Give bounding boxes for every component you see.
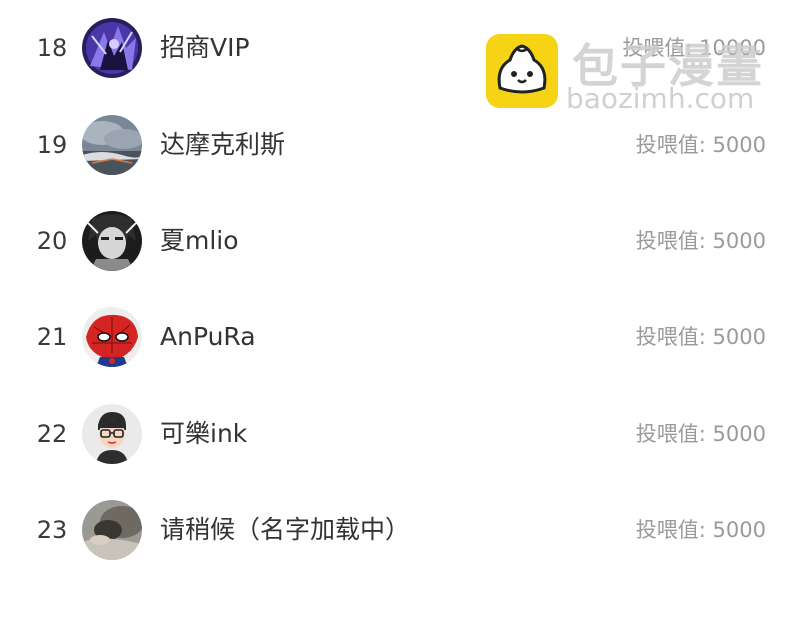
rank-number: 23 xyxy=(36,516,68,544)
rank-number: 22 xyxy=(36,420,68,448)
user-name: 达摩克利斯 xyxy=(160,130,286,159)
feed-value: 投喂值: 10000 xyxy=(622,36,766,60)
ranking-row[interactable]: 21 AnPuRa 投喂值: 5000 xyxy=(0,289,800,385)
rank-number: 18 xyxy=(36,34,68,62)
ranking-list: 18 招商VIP 投喂值: 10000 19 达摩克利斯 投喂值: 5000 2… xyxy=(0,0,800,617)
purple-knight-avatar-icon[interactable] xyxy=(82,18,142,78)
user-name: 夏mlio xyxy=(160,226,239,255)
user-name: AnPuRa xyxy=(160,322,256,351)
monochrome-character-avatar-icon[interactable] xyxy=(82,211,142,271)
feed-value: 投喂值: 5000 xyxy=(635,422,766,446)
feed-value: 投喂值: 5000 xyxy=(635,518,766,542)
feed-value: 投喂值: 5000 xyxy=(635,325,766,349)
ranking-row[interactable]: 22 可樂ink 投喂值: 5000 xyxy=(0,386,800,482)
ranking-row[interactable]: 19 达摩克利斯 投喂值: 5000 xyxy=(0,97,800,193)
cloudy-sky-avatar-icon[interactable] xyxy=(82,115,142,175)
spider-hero-avatar-icon[interactable] xyxy=(82,307,142,367)
rank-number: 21 xyxy=(36,323,68,351)
ranking-row[interactable]: 20 夏mlio 投喂值: 5000 xyxy=(0,193,800,289)
rank-number: 20 xyxy=(36,227,68,255)
sleeping-person-avatar-icon[interactable] xyxy=(82,500,142,560)
rank-number: 19 xyxy=(36,131,68,159)
feed-value: 投喂值: 5000 xyxy=(635,229,766,253)
ranking-row[interactable]: 18 招商VIP 投喂值: 10000 xyxy=(0,0,800,96)
user-name: 招商VIP xyxy=(160,33,250,62)
feed-value: 投喂值: 5000 xyxy=(635,133,766,157)
user-name: 请稍候（名字加载中） xyxy=(160,515,411,544)
glasses-boy-avatar-icon[interactable] xyxy=(82,404,142,464)
user-name: 可樂ink xyxy=(160,419,248,448)
ranking-row[interactable]: 23 请稍候（名字加载中） 投喂值: 5000 xyxy=(0,482,800,578)
